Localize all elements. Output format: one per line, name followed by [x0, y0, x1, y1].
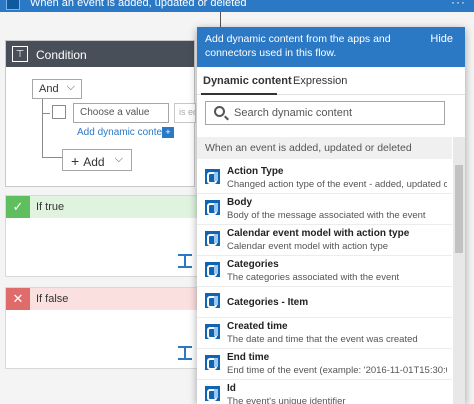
- list-item[interactable]: End time End time of the event (example:…: [197, 349, 452, 380]
- list-item[interactable]: Action Type Changed action type of the e…: [197, 163, 452, 194]
- item-name: End time: [227, 352, 270, 363]
- chevron-down-icon: ⌵: [66, 81, 75, 93]
- item-description: Changed action type of the event - added…: [227, 179, 447, 190]
- operator-select[interactable]: And ⌵: [32, 79, 82, 99]
- item-description: The event's unique identifier: [227, 396, 346, 404]
- tree-line: [42, 113, 50, 114]
- item-name: Calendar event model with action type: [227, 228, 410, 239]
- operator-value: And: [39, 83, 59, 95]
- list-item[interactable]: Calendar event model with action type Ca…: [197, 225, 452, 256]
- scrollbar[interactable]: [453, 137, 465, 404]
- outlook-icon: [205, 200, 220, 215]
- if-false-label: If false: [36, 293, 69, 305]
- search-placeholder: Search dynamic content: [234, 107, 353, 119]
- if-true-label: If true: [36, 201, 65, 213]
- item-name: Created time: [227, 321, 288, 332]
- plus-icon: +: [71, 153, 80, 169]
- chevron-down-icon: ⌵: [114, 153, 123, 165]
- item-description: Body of the message associated with the …: [227, 210, 426, 221]
- if-false-branch: ✕ If false: [5, 287, 205, 369]
- check-icon: ✓: [6, 196, 30, 218]
- panel-message: Add dynamic content from the apps and co…: [205, 33, 391, 59]
- dynamic-content-list: Action Type Changed action type of the e…: [197, 163, 452, 404]
- list-item[interactable]: Categories The categories associated wit…: [197, 256, 452, 287]
- choose-value-input[interactable]: Choose a value: [73, 103, 169, 123]
- outlook-icon: [205, 169, 220, 184]
- if-true-branch: ✓ If true: [5, 195, 205, 277]
- item-description: The categories associated with the event: [227, 272, 400, 283]
- close-icon: ✕: [6, 288, 30, 310]
- trigger-title: When an event is added, updated or delet…: [30, 0, 247, 9]
- add-dynamic-content-link[interactable]: Add dynamic content: [77, 127, 170, 138]
- if-true-header[interactable]: ✓ If true: [6, 196, 204, 218]
- add-dynamic-content-icon[interactable]: +: [162, 127, 174, 138]
- dynamic-content-panel: Add dynamic content from the apps and co…: [197, 27, 465, 404]
- tree-line: [42, 157, 62, 158]
- add-action-icon[interactable]: [178, 254, 192, 268]
- list-item[interactable]: Categories - Item: [197, 287, 452, 318]
- item-name: Body: [227, 197, 252, 208]
- active-tab-indicator: [201, 93, 277, 95]
- tab-dynamic-content[interactable]: Dynamic content: [203, 75, 292, 87]
- list-item[interactable]: Id The event's unique identifier: [197, 380, 452, 404]
- trigger-bar[interactable]: When an event is added, updated or delet…: [0, 0, 474, 12]
- add-action-icon[interactable]: [178, 346, 192, 360]
- outlook-icon: [205, 231, 220, 246]
- item-description: Calendar event model with action type: [227, 241, 389, 252]
- item-description: The date and time that the event was cre…: [227, 334, 418, 345]
- outlook-icon: [6, 0, 20, 10]
- condition-icon: ⊤: [12, 46, 28, 62]
- outlook-icon: [205, 262, 220, 277]
- add-button-label: Add: [83, 155, 105, 169]
- add-button[interactable]: + Add ⌵: [62, 149, 132, 171]
- condition-title: Condition: [36, 48, 87, 62]
- panel-tabs: Dynamic content Expression: [197, 67, 465, 95]
- hide-button[interactable]: Hide: [430, 33, 453, 45]
- outlook-icon: [205, 324, 220, 339]
- item-name: Action Type: [227, 166, 284, 177]
- search-icon: [214, 106, 225, 117]
- tree-line: [42, 99, 43, 157]
- scrollbar-thumb[interactable]: [455, 165, 463, 253]
- condition-header[interactable]: ⊤ Condition: [6, 41, 194, 67]
- item-description: End time of the event (example: '2016-11…: [227, 365, 447, 376]
- group-header: When an event is added, updated or delet…: [197, 137, 452, 159]
- search-input[interactable]: Search dynamic content: [205, 101, 445, 125]
- outlook-icon: [205, 293, 220, 308]
- row-checkbox[interactable]: [52, 105, 66, 119]
- comparison-select[interactable]: is eq: [174, 103, 196, 123]
- outlook-icon: [205, 386, 220, 401]
- item-name: Categories: [227, 259, 279, 270]
- condition-card: ⊤ Condition And ⌵ Choose a value is eq A…: [5, 40, 196, 187]
- panel-header: Add dynamic content from the apps and co…: [197, 27, 465, 67]
- list-item[interactable]: Created time The date and time that the …: [197, 318, 452, 349]
- item-name: Id: [227, 383, 236, 394]
- list-item[interactable]: Body Body of the message associated with…: [197, 194, 452, 225]
- tab-expression[interactable]: Expression: [293, 75, 347, 87]
- more-options-icon[interactable]: ···: [451, 0, 466, 9]
- item-name: Categories - Item: [227, 297, 309, 308]
- if-false-header[interactable]: ✕ If false: [6, 288, 204, 310]
- outlook-icon: [205, 355, 220, 370]
